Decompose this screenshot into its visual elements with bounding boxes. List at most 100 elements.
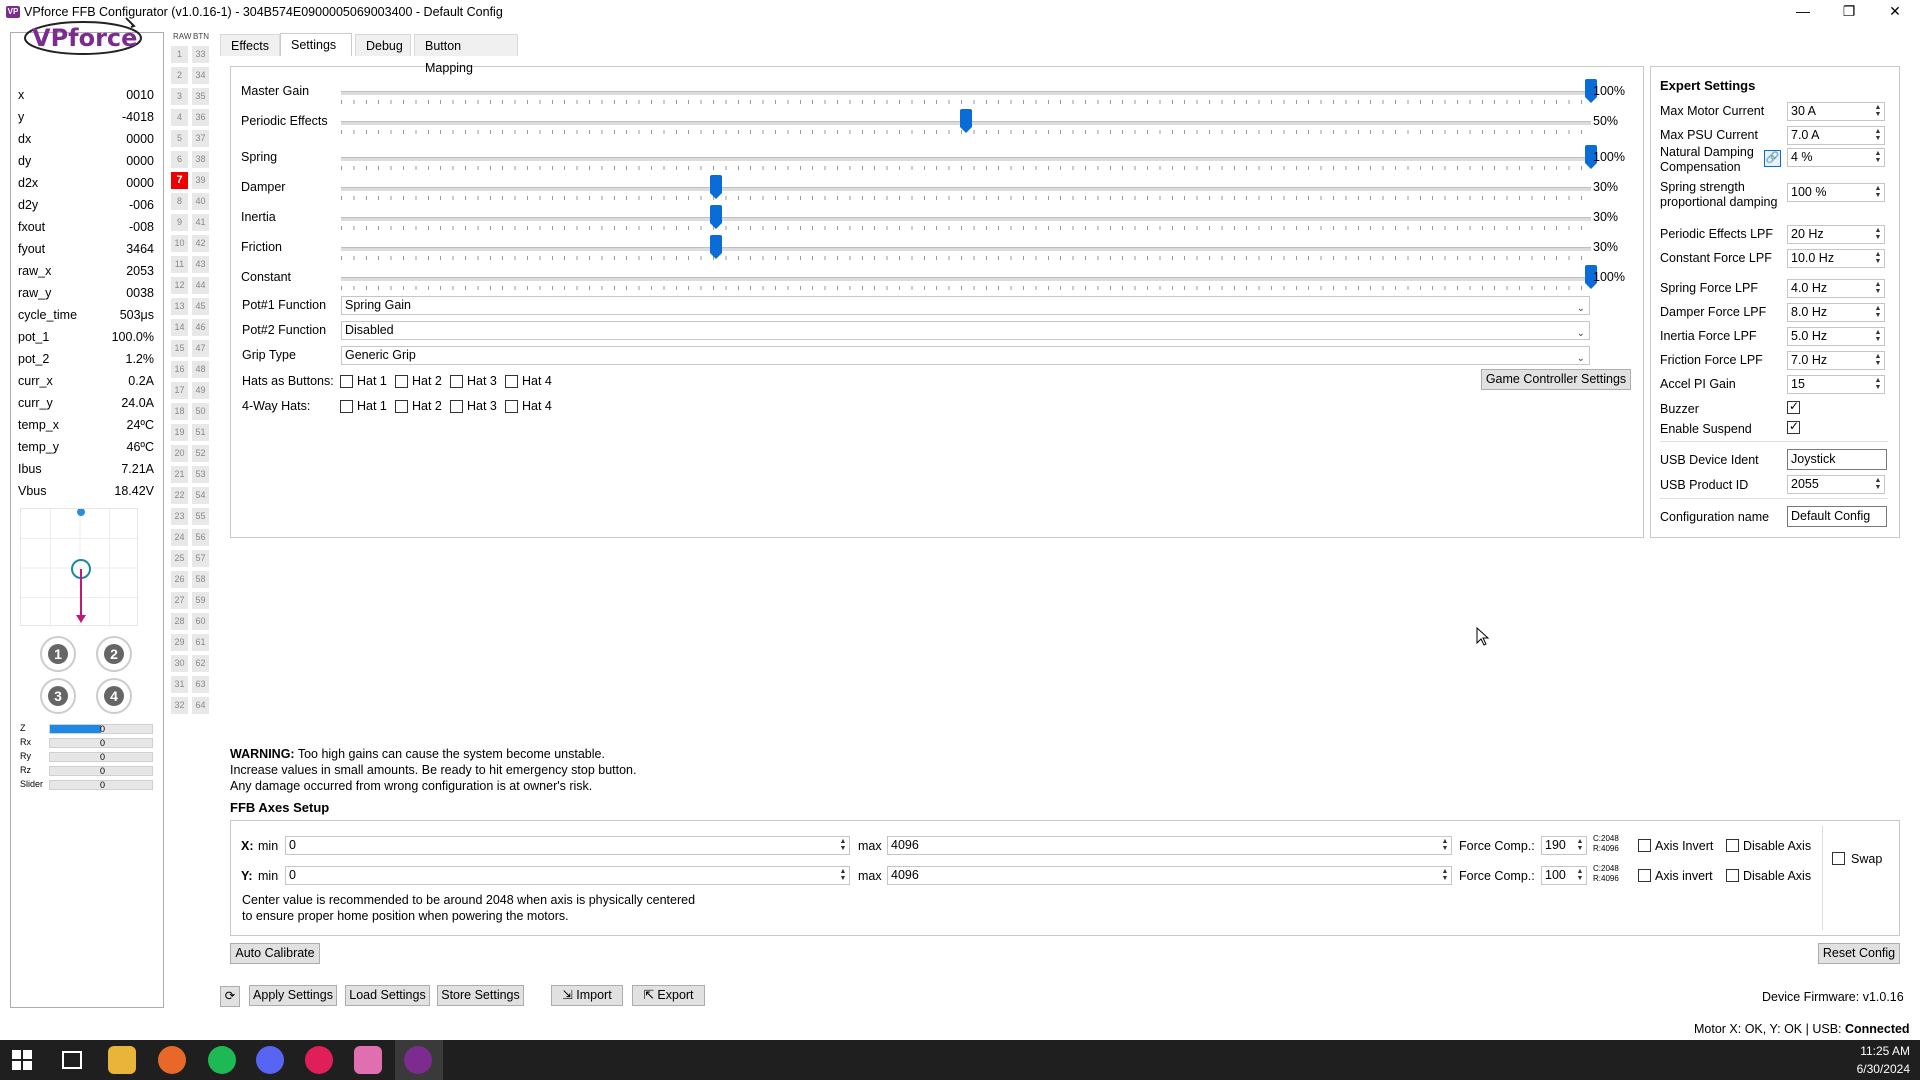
spotify-icon[interactable] xyxy=(208,1046,236,1074)
export-button[interactable]: ⇱ Export xyxy=(632,985,705,1006)
refresh-button[interactable]: ⟳ xyxy=(220,986,240,1007)
apply-settings-button[interactable]: Apply Settings xyxy=(249,985,337,1006)
spinner-arrows-icon[interactable]: ▲ ▼ xyxy=(1440,838,1450,853)
axis-x-max-input[interactable]: 4096 ▲ ▼ xyxy=(887,836,1452,855)
axis-x-disable-checkbox[interactable] xyxy=(1726,839,1739,852)
spinner-arrows-icon[interactable]: ▲ ▼ xyxy=(1873,477,1883,492)
link-icon[interactable]: 🔗 xyxy=(1764,150,1781,167)
axis-y-invert-checkbox[interactable] xyxy=(1638,869,1651,882)
four-way-hats-checkbox-3[interactable] xyxy=(450,400,463,413)
reset-config-button[interactable]: Reset Config xyxy=(1818,943,1900,964)
spinner-arrows-icon[interactable]: ▲ ▼ xyxy=(1575,868,1585,883)
firefox-icon[interactable] xyxy=(158,1046,186,1074)
spinner-arrows-icon[interactable]: ▲ ▼ xyxy=(1873,305,1883,320)
usb-product-id-input[interactable]: 2055 ▲ ▼ xyxy=(1787,475,1885,494)
slider-track[interactable] xyxy=(341,157,1591,161)
discord-icon[interactable] xyxy=(256,1046,284,1074)
task-view-icon[interactable] xyxy=(62,1051,82,1069)
spinner-arrows-icon[interactable]: ▲ ▼ xyxy=(1873,128,1883,143)
import-button[interactable]: ⇲ Import xyxy=(551,985,623,1006)
spinner-arrows-icon[interactable]: ▲ ▼ xyxy=(1873,329,1883,344)
swap-checkbox[interactable] xyxy=(1832,852,1845,865)
spinner-arrows-icon[interactable]: ▲ ▼ xyxy=(1873,281,1883,296)
configuration-name-input[interactable]: Default Config xyxy=(1787,506,1887,527)
vpforce-logo: VPforce xyxy=(24,17,142,55)
spinner-arrows-icon[interactable]: ▲ ▼ xyxy=(838,868,848,883)
hats-as-buttons-checkbox-4[interactable] xyxy=(505,375,518,388)
spinner-arrows-icon[interactable]: ▲ ▼ xyxy=(1873,353,1883,368)
expert-value-4[interactable]: 100 % ▲ ▼ xyxy=(1787,183,1885,202)
raw-button-7: 7 xyxy=(171,172,188,189)
slider-handle[interactable] xyxy=(710,205,722,229)
windows-start-icon[interactable] xyxy=(12,1050,32,1070)
axis-x-invert-checkbox[interactable] xyxy=(1638,839,1651,852)
axis-y-max-input[interactable]: 4096 ▲ ▼ xyxy=(887,866,1452,885)
slider-label-damper: Damper xyxy=(241,180,286,194)
expert-value-9[interactable]: 5.0 Hz ▲ ▼ xyxy=(1787,327,1885,346)
slider-handle[interactable] xyxy=(960,109,972,133)
hats-as-buttons-checkbox-1[interactable] xyxy=(340,375,353,388)
spinner-arrows-icon[interactable]: ▲ ▼ xyxy=(1575,838,1585,853)
btn-button-61: 61 xyxy=(192,634,209,651)
enable-suspend-checkbox[interactable] xyxy=(1787,419,1800,434)
store-settings-button[interactable]: Store Settings xyxy=(437,985,524,1006)
load-settings-button[interactable]: Load Settings xyxy=(345,985,430,1006)
close-button[interactable]: ✕ xyxy=(1872,0,1918,24)
slider-track[interactable] xyxy=(341,247,1591,251)
expert-value-6[interactable]: 10.0 Hz ▲ ▼ xyxy=(1787,249,1885,268)
maximize-button[interactable]: ❐ xyxy=(1826,0,1872,24)
hats-as-buttons-checkbox-3[interactable] xyxy=(450,375,463,388)
axis-y-min-input[interactable]: 0 ▲ ▼ xyxy=(285,866,850,885)
slider-track[interactable] xyxy=(341,187,1591,191)
slack-icon[interactable] xyxy=(305,1046,333,1074)
expert-value-2[interactable]: 7.0 A ▲ ▼ xyxy=(1787,126,1885,145)
slider-handle[interactable] xyxy=(710,175,722,199)
combo-pot-2-function[interactable]: Disabled ⌄ xyxy=(341,321,1590,340)
tab-effects[interactable]: Effects xyxy=(220,34,280,56)
axis-x-min-input[interactable]: 0 ▲ ▼ xyxy=(285,836,850,855)
axis-y-disable-checkbox[interactable] xyxy=(1726,869,1739,882)
combo-pot-1-function[interactable]: Spring Gain ⌄ xyxy=(341,296,1590,315)
tab-settings[interactable]: Settings xyxy=(280,33,352,56)
spinner-arrows-icon[interactable]: ▲ ▼ xyxy=(1873,227,1883,242)
slider-track[interactable] xyxy=(341,277,1591,281)
tab-button-mapping[interactable]: Button Mapping xyxy=(414,34,518,75)
clock-time[interactable]: 11:25 AM xyxy=(1850,1044,1910,1058)
usb-device-ident-input[interactable]: Joystick xyxy=(1787,449,1887,470)
spinner-arrows-icon[interactable]: ▲ ▼ xyxy=(1873,104,1883,119)
expert-value-8[interactable]: 8.0 Hz ▲ ▼ xyxy=(1787,303,1885,322)
slider-track[interactable] xyxy=(341,91,1591,95)
spinner-arrows-icon[interactable]: ▲ ▼ xyxy=(838,838,848,853)
spinner-arrows-icon[interactable]: ▲ ▼ xyxy=(1873,251,1883,266)
hats-as-buttons-checkbox-2[interactable] xyxy=(395,375,408,388)
auto-calibrate-button[interactable]: Auto Calibrate xyxy=(230,943,320,964)
axis-y-force-comp-input[interactable]: 100 ▲ ▼ xyxy=(1541,866,1587,885)
expert-value-10[interactable]: 7.0 Hz ▲ ▼ xyxy=(1787,351,1885,370)
four-way-hats-checkbox-2[interactable] xyxy=(395,400,408,413)
spinner-arrows-icon[interactable]: ▲ ▼ xyxy=(1873,185,1883,200)
expert-value-5[interactable]: 20 Hz ▲ ▼ xyxy=(1787,225,1885,244)
expert-value-3[interactable]: 4 % ▲ ▼ xyxy=(1787,148,1885,167)
expert-value-7[interactable]: 4.0 Hz ▲ ▼ xyxy=(1787,279,1885,298)
expert-value-11[interactable]: 15 ▲ ▼ xyxy=(1787,375,1885,394)
combo-grip-type[interactable]: Generic Grip ⌄ xyxy=(341,346,1590,365)
axis-x-force-comp-input[interactable]: 190 ▲ ▼ xyxy=(1541,836,1587,855)
spinner-arrows-icon[interactable]: ▲ ▼ xyxy=(1440,868,1450,883)
buzzer-checkbox[interactable] xyxy=(1787,399,1800,414)
octopus-app-icon[interactable] xyxy=(354,1046,382,1074)
expert-label-8: Damper Force LPF xyxy=(1660,305,1767,319)
slider-handle[interactable] xyxy=(710,235,722,259)
expert-value-1[interactable]: 30 A ▲ ▼ xyxy=(1787,102,1885,121)
four-way-hats-checkbox-4[interactable] xyxy=(505,400,518,413)
spinner-arrows-icon[interactable]: ▲ ▼ xyxy=(1873,150,1883,165)
stat-row-pot_1: pot_1 100.0% xyxy=(10,330,154,352)
minimize-button[interactable]: — xyxy=(1780,0,1826,24)
file-explorer-icon[interactable] xyxy=(108,1046,136,1074)
spinner-arrows-icon[interactable]: ▲ ▼ xyxy=(1873,377,1883,392)
four-way-hats-checkbox-1[interactable] xyxy=(340,400,353,413)
game-controller-settings-button[interactable]: Game Controller Settings xyxy=(1481,369,1631,390)
slider-track[interactable] xyxy=(341,217,1591,221)
clock-date[interactable]: 6/30/2024 xyxy=(1850,1062,1910,1076)
vpforce-taskbar-icon[interactable] xyxy=(404,1046,432,1074)
tab-debug[interactable]: Debug xyxy=(355,34,411,56)
